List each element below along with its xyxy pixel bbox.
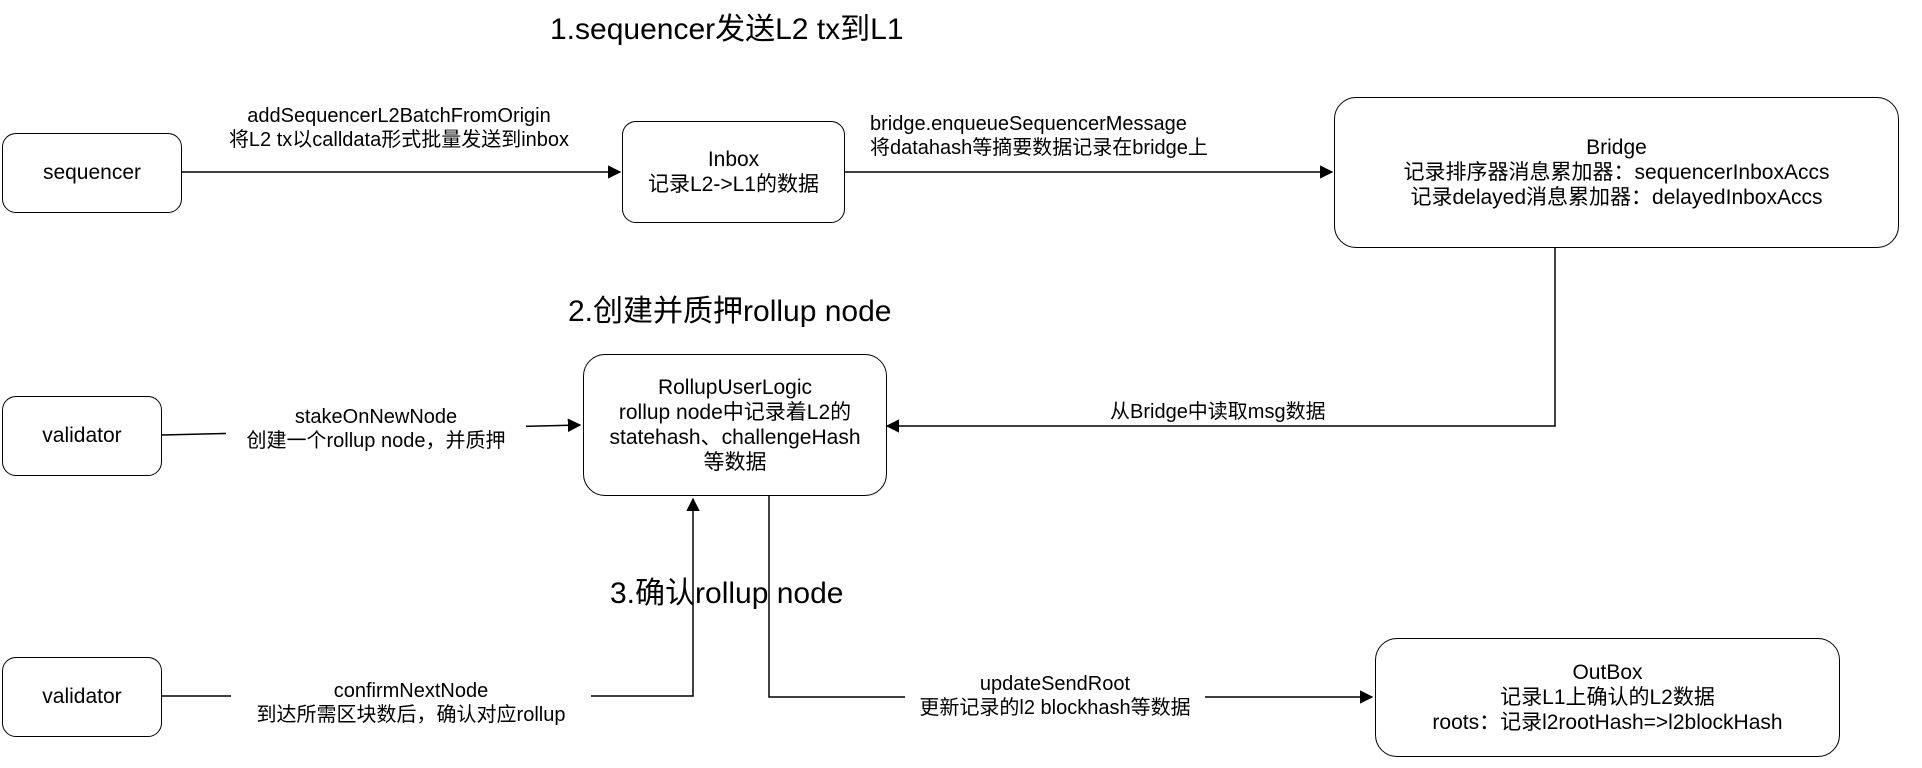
edge-label-rollup-outbox-2: 更新记录的l2 blockhash等数据	[919, 697, 1191, 719]
edge-label-bridge-rollup: 从Bridge中读取msg数据	[1110, 400, 1326, 424]
inbox-node-desc: 记录L2->L1的数据	[648, 173, 819, 196]
edge-label-rollup-outbox: updateSendRoot 更新记录的l2 blockhash等数据	[905, 672, 1205, 720]
edge-rollup-outbox	[768, 496, 1374, 704]
bridge-node-title: Bridge	[1586, 135, 1647, 159]
edge-label-validator-confirm-1: confirmNextNode	[333, 680, 489, 702]
outbox-node-title: OutBox	[1572, 660, 1643, 684]
inbox-node: Inbox 记录L2->L1的数据	[622, 121, 845, 223]
edge-label-validator-rollup-1: stakeOnNewNode	[294, 406, 458, 428]
outbox-node-desc-2: roots：记录l2rootHash=>l2blockHash	[1432, 711, 1783, 735]
edge-label-validator-confirm-2: 到达所需区块数后，确认对应rollup	[256, 704, 566, 726]
edge-label-inbox-bridge-2: 将datahash等摘要数据记录在bridge上	[870, 137, 1208, 159]
step-1-title: 1.sequencer发送L2 tx到L1	[550, 13, 904, 46]
edge-label-validator-rollup-2: 创建一个rollup node，并质押	[246, 430, 506, 452]
edge-label-validator-rollup: stakeOnNewNode 创建一个rollup node，并质押	[226, 405, 526, 453]
validator-node-bottom: validator	[2, 657, 162, 737]
edge-label-inbox-bridge-1: bridge.enqueueSequencerMessage	[870, 113, 1187, 135]
bridge-node-desc-2: 记录delayed消息累加器：delayedInboxAccs	[1410, 186, 1823, 210]
edge-label-inbox-bridge: bridge.enqueueSequencerMessage 将datahash…	[870, 112, 1208, 160]
outbox-node: OutBox 记录L1上确认的L2数据 roots：记录l2rootHash=>…	[1375, 638, 1840, 757]
validator-top-label: validator	[42, 424, 122, 448]
edge-label-sequencer-inbox: addSequencerL2BatchFromOrigin 将L2 tx以cal…	[184, 104, 614, 152]
rollup-node-desc-3: 等数据	[703, 451, 767, 475]
outbox-node-desc-1: 记录L1上确认的L2数据	[1500, 685, 1715, 709]
rollup-node-desc-1: rollup node中记录着L2的	[618, 400, 852, 424]
edge-label-rollup-outbox-1: updateSendRoot	[979, 673, 1131, 695]
rollup-node-title: RollupUserLogic	[657, 375, 813, 399]
sequencer-node: sequencer	[2, 133, 182, 213]
bridge-node: Bridge 记录排序器消息累加器：sequencerInboxAccs 记录d…	[1334, 97, 1899, 248]
sequencer-node-label: sequencer	[42, 161, 142, 185]
step-2-title: 2.创建并质押rollup node	[568, 295, 892, 328]
inbox-node-title: Inbox	[707, 147, 760, 171]
edge-label-sequencer-inbox-1: addSequencerL2BatchFromOrigin	[247, 105, 551, 127]
edge-label-sequencer-inbox-2: 将L2 tx以calldata形式批量发送到inbox	[228, 129, 570, 151]
edge-label-bridge-rollup-1: 从Bridge中读取msg数据	[1110, 401, 1326, 423]
rollup-node-desc-2: statehash、challengeHash	[609, 426, 861, 449]
validator-node-top: validator	[2, 396, 162, 476]
rollup-user-logic-node: RollupUserLogic rollup node中记录着L2的 state…	[583, 354, 887, 496]
edge-label-validator-confirm: confirmNextNode 到达所需区块数后，确认对应rollup	[231, 679, 591, 727]
bridge-node-desc-1: 记录排序器消息累加器：sequencerInboxAccs	[1403, 160, 1830, 184]
step-3-title: 3.确认rollup node	[610, 577, 844, 610]
validator-bottom-label: validator	[42, 685, 122, 709]
